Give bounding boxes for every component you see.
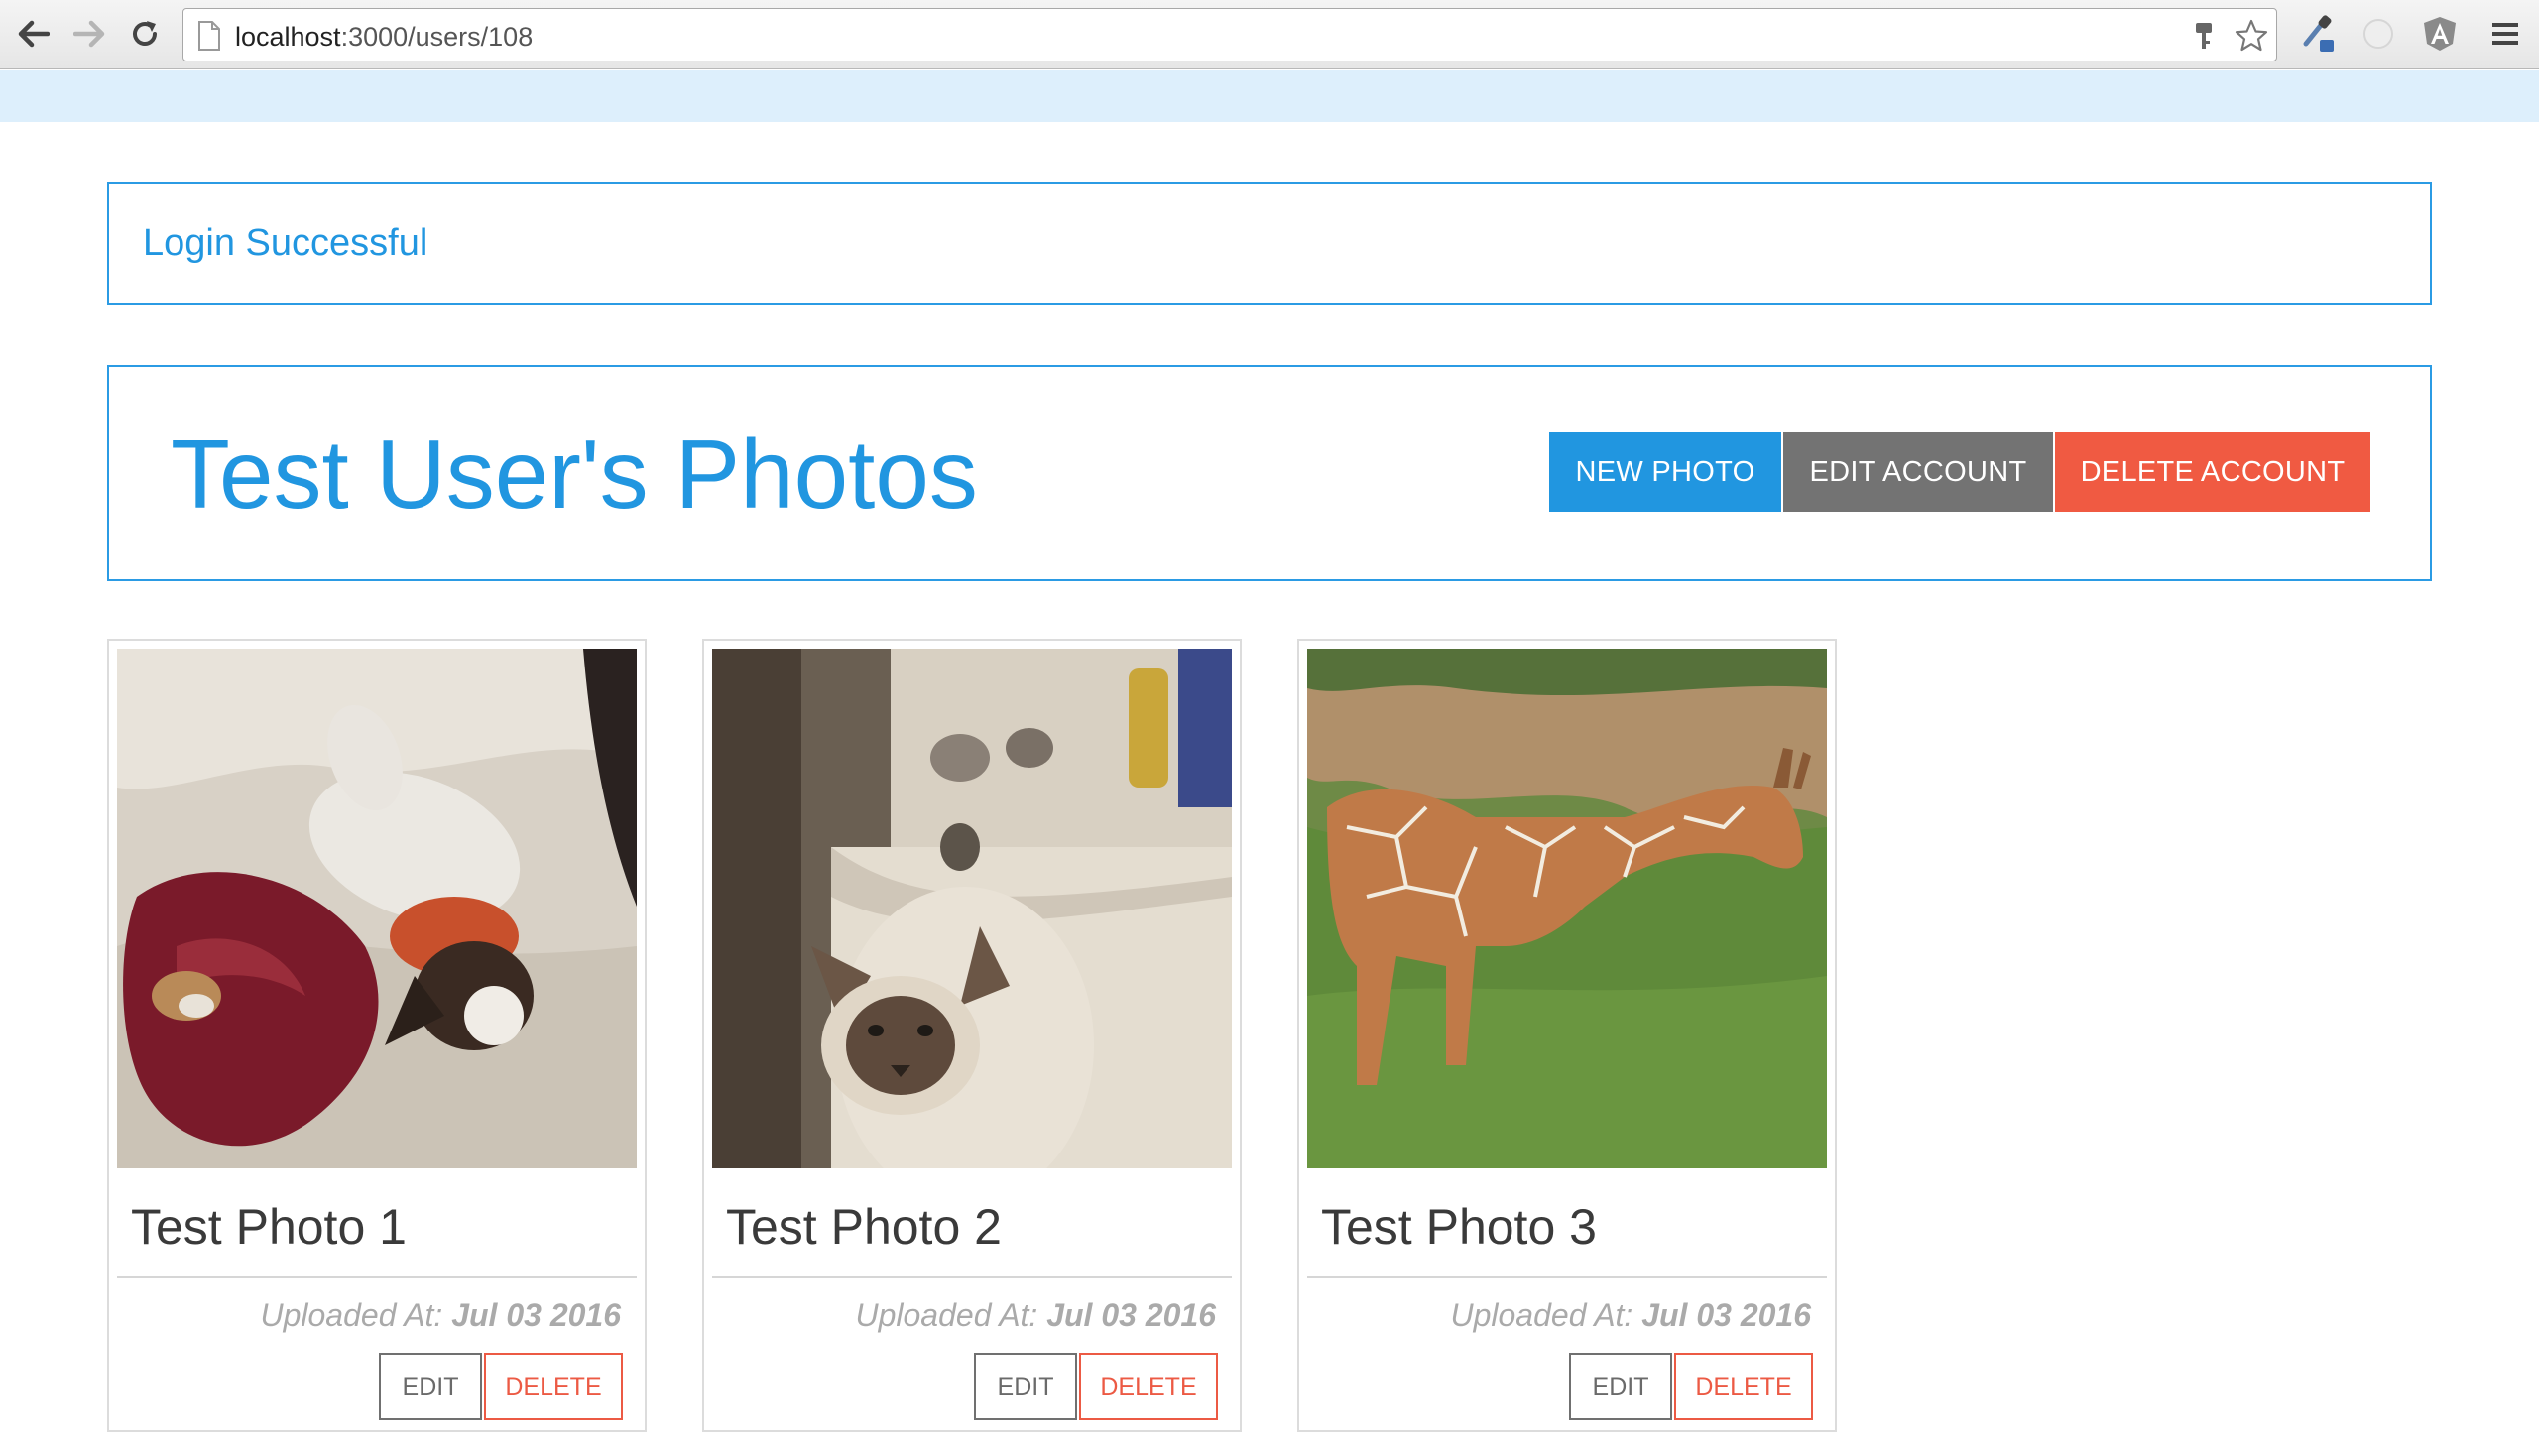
uploaded-at: Uploaded At: Jul 03 2016 — [855, 1297, 1216, 1334]
flash-text: Login Successful — [143, 222, 428, 264]
photo-image-giraffe[interactable] — [1307, 649, 1827, 1168]
uploaded-at: Uploaded At: Jul 03 2016 — [1450, 1297, 1811, 1334]
new-photo-button[interactable]: NEW PHOTO — [1549, 432, 1781, 512]
url-path: :3000/users/108 — [340, 22, 534, 52]
top-navbar — [0, 70, 2539, 122]
angular-extension[interactable] — [2420, 14, 2460, 54]
divider — [117, 1276, 637, 1278]
edit-photo-button[interactable]: EDIT — [379, 1353, 482, 1420]
delete-account-button[interactable]: DELETE ACCOUNT — [2055, 432, 2370, 512]
edit-photo-button[interactable]: EDIT — [974, 1353, 1077, 1420]
blank-extension[interactable] — [2358, 14, 2398, 54]
photo-card: Test Photo 1 Uploaded At: Jul 03 2016 ED… — [107, 639, 647, 1432]
delete-photo-button[interactable]: DELETE — [484, 1353, 623, 1420]
menu-icon — [2492, 23, 2518, 45]
url-host: localhost — [235, 22, 341, 52]
photo-title: Test Photo 2 — [726, 1199, 1002, 1255]
cat-image — [712, 649, 1232, 1168]
divider — [1307, 1276, 1827, 1278]
photo-image-dogs[interactable] — [117, 649, 637, 1168]
forward-arrow-icon — [73, 20, 105, 48]
address-bar[interactable]: localhost:3000/users/108 — [182, 8, 2277, 61]
uploaded-date: Jul 03 2016 — [1046, 1297, 1216, 1333]
photo-card: Test Photo 2 Uploaded At: Jul 03 2016 ED… — [702, 639, 1242, 1432]
uploaded-date: Jul 03 2016 — [1641, 1297, 1811, 1333]
uploaded-prefix: Uploaded At: — [1450, 1297, 1633, 1333]
reload-icon — [133, 21, 157, 46]
giraffe-image — [1307, 649, 1827, 1168]
back-arrow-icon — [18, 20, 50, 48]
uploaded-date: Jul 03 2016 — [451, 1297, 621, 1333]
edit-photo-button[interactable]: EDIT — [1569, 1353, 1672, 1420]
reload-button[interactable] — [125, 14, 165, 54]
extension-icon — [2363, 19, 2393, 49]
divider — [712, 1276, 1232, 1278]
user-header-panel: Test User's Photos NEW PHOTO EDIT ACCOUN… — [107, 365, 2432, 581]
flash-message: Login Successful — [107, 182, 2432, 305]
page-title: Test User's Photos — [171, 420, 978, 529]
uploaded-at: Uploaded At: Jul 03 2016 — [260, 1297, 621, 1334]
angular-icon — [2424, 17, 2456, 51]
uploaded-prefix: Uploaded At: — [260, 1297, 443, 1333]
uploaded-prefix: Uploaded At: — [855, 1297, 1038, 1333]
delete-photo-button[interactable]: DELETE — [1079, 1353, 1218, 1420]
forward-button[interactable] — [69, 14, 109, 54]
browser-toolbar: localhost:3000/users/108 — [0, 0, 2539, 69]
photo-title: Test Photo 1 — [131, 1199, 407, 1255]
browser-menu-button[interactable] — [2485, 14, 2525, 54]
star-icon[interactable] — [2235, 19, 2268, 53]
eyedropper-extension[interactable] — [2299, 14, 2339, 54]
edit-account-button[interactable]: EDIT ACCOUNT — [1783, 432, 2053, 512]
back-button[interactable] — [14, 14, 54, 54]
key-icon[interactable] — [2193, 21, 2215, 53]
photo-card: Test Photo 3 Uploaded At: Jul 03 2016 ED… — [1297, 639, 1837, 1432]
photo-title: Test Photo 3 — [1321, 1199, 1597, 1255]
url-text: localhost:3000/users/108 — [235, 22, 533, 53]
page-icon — [198, 21, 220, 51]
delete-photo-button[interactable]: DELETE — [1674, 1353, 1813, 1420]
dogs-on-couch-image — [117, 649, 637, 1168]
photo-image-cat[interactable] — [712, 649, 1232, 1168]
eyedropper-icon — [2303, 15, 2334, 52]
